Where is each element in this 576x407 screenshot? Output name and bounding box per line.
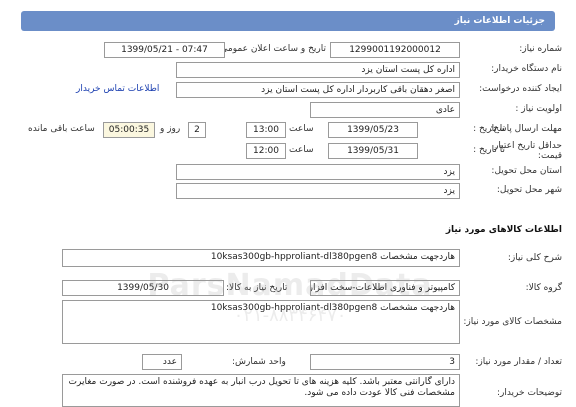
price-to-date-label: تا تاریخ : — [473, 145, 505, 155]
quantity-label: تعداد / مقدار مورد نیاز: — [475, 357, 562, 367]
remaining-time-label: ساعت باقی مانده — [28, 124, 95, 134]
goods-section-title: اطلاعات کالاهای مورد نیاز — [445, 225, 562, 235]
buyer-contact-link[interactable]: اطلاعات تماس خریدار — [76, 84, 159, 94]
remaining-time-field: 05:00:35 — [103, 122, 155, 138]
buyer-notes-label: توضیحات خریدار: — [496, 388, 562, 398]
watermark-phone: ۰۲۱-۸۸۳۴۶۴۷۰ — [233, 305, 347, 326]
general-desc-field: هاردجهت مشخصات 10ksas300gb-hpproliant-dl… — [62, 249, 460, 267]
price-validity-time-field: 12:00 — [246, 143, 286, 159]
reply-date-field: 1399/05/23 — [328, 122, 418, 138]
delivery-province-label: استان محل تحویل: — [491, 166, 562, 176]
announce-datetime-field: 1399/05/21 - 07:47 — [104, 42, 225, 58]
reply-days-field: 2 — [188, 122, 206, 138]
watermark: ParsNamadData — [147, 268, 433, 303]
price-time-label: ساعت — [289, 145, 314, 155]
delivery-province-field: یزد — [176, 164, 460, 180]
page-title: جزئیات اطلاعات نیاز — [21, 11, 555, 31]
delivery-city-field: یزد — [176, 183, 460, 199]
general-desc-label: شرح کلی نیاز: — [507, 253, 562, 263]
buyer-notes-field: دارای گارانتی معتبر باشد. کلیه هزینه های… — [62, 374, 460, 407]
reply-days-label: روز و — [160, 124, 181, 134]
need-number-field: 1299001192000012 — [330, 42, 460, 58]
price-validity-date-field: 1399/05/31 — [328, 143, 418, 159]
goods-group-label: گروه کالا: — [525, 283, 562, 293]
reply-time-label: ساعت — [289, 124, 314, 134]
priority-label: اولویت نیاز : — [515, 104, 562, 114]
reply-to-date-label: تا تاریخ : — [473, 124, 505, 134]
requester-label: ایجاد کننده درخواست: — [479, 84, 562, 94]
buyer-org-field: اداره کل پست استان یزد — [176, 62, 460, 78]
announce-datetime-label: تاریخ و ساعت اعلان عمومی: — [217, 44, 326, 54]
quantity-field: 3 — [310, 354, 460, 370]
need-number-label: شماره نیاز: — [519, 44, 562, 54]
reply-time-field: 13:00 — [246, 122, 286, 138]
priority-field: عادی — [310, 102, 460, 118]
buyer-org-label: نام دستگاه خریدار: — [491, 64, 562, 74]
goods-spec-label: مشخصات کالای مورد نیاز: — [463, 317, 562, 327]
unit-field: عدد — [142, 354, 182, 370]
requester-field: اصغر دهقان باقی کاربردار اداره کل پست اس… — [176, 82, 460, 98]
delivery-city-label: شهر محل تحویل: — [496, 185, 562, 195]
unit-label: واحد شمارش: — [232, 357, 286, 367]
